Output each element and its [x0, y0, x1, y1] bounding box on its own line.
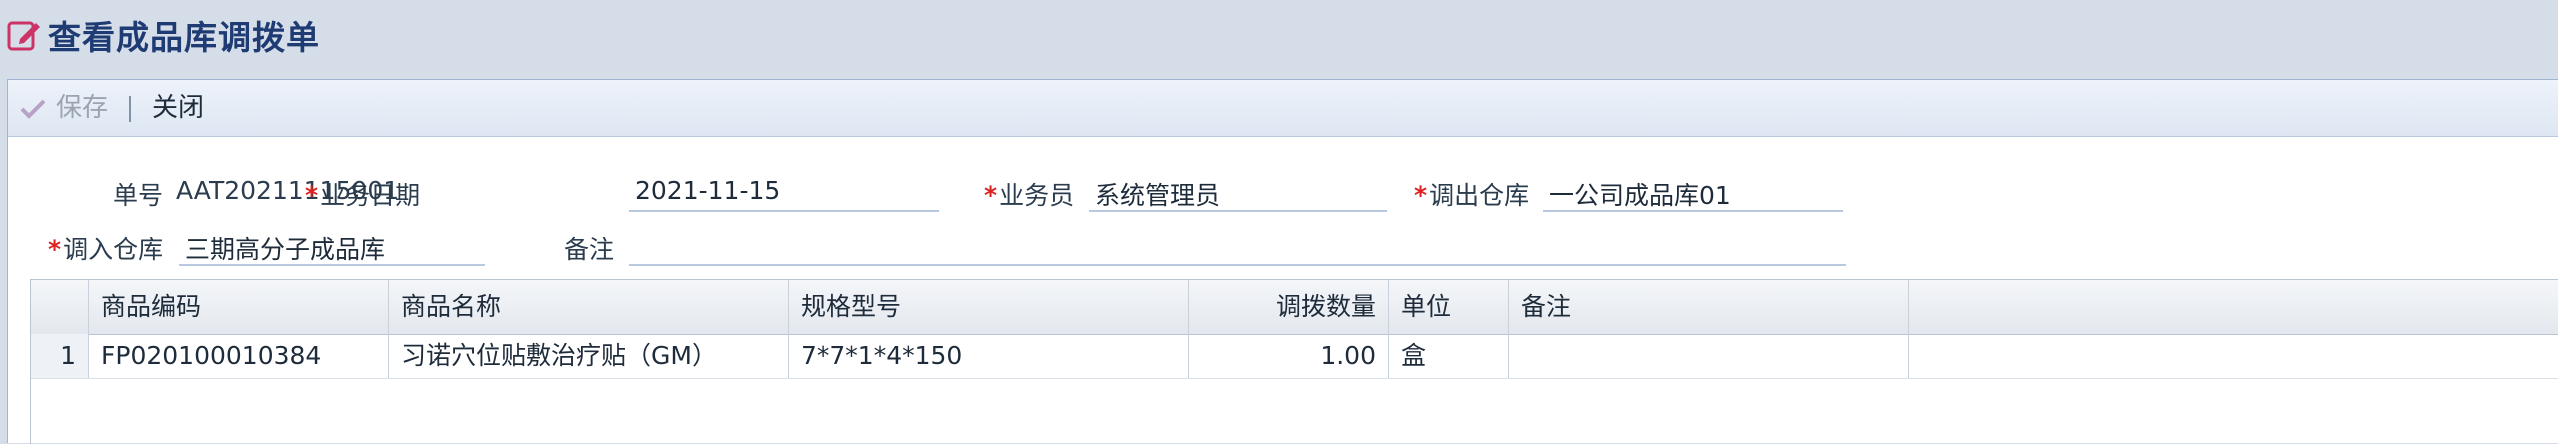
save-label: 保存	[56, 93, 109, 123]
staff-field[interactable]: 系统管理员	[1089, 170, 1387, 212]
date-label: *业务日期	[305, 181, 421, 210]
cell-code[interactable]: FP020100010384	[89, 334, 389, 378]
date-field[interactable]: 2021-11-15	[629, 170, 939, 212]
title-bar: 查看成品库调拨单	[0, 0, 2558, 78]
table-row[interactable]: 1 FP020100010384 习诺穴位贴敷治疗贴（GM） 7*7*1*4*1…	[31, 334, 2558, 379]
row-index: 1	[31, 334, 89, 378]
in-warehouse-value: 三期高分子成品库	[185, 235, 386, 264]
page-title: 查看成品库调拨单	[48, 18, 320, 57]
staff-label: *业务员	[984, 181, 1075, 210]
header-qty[interactable]: 调拨数量	[1189, 280, 1389, 334]
detail-grid: 商品编码 商品名称 规格型号 调拨数量 单位 备注 1 FP0201000103…	[30, 279, 2558, 444]
remark-field[interactable]	[629, 224, 1846, 266]
order-no-label: 单号	[113, 181, 164, 210]
header-code[interactable]: 商品编码	[89, 280, 389, 334]
header-spec[interactable]: 规格型号	[789, 280, 1189, 334]
header-index	[31, 280, 89, 334]
out-warehouse-field[interactable]: 一公司成品库01	[1543, 170, 1843, 212]
cell-unit[interactable]: 盒	[1389, 334, 1509, 378]
toolbar: 保存 关闭	[8, 80, 2558, 137]
close-button[interactable]: 关闭	[152, 80, 204, 136]
toolbar-separator	[129, 96, 131, 122]
remark-label: 备注	[564, 235, 615, 264]
date-value: 2021-11-15	[635, 176, 781, 205]
save-button[interactable]: 保存	[20, 80, 108, 136]
header-name[interactable]: 商品名称	[389, 280, 789, 334]
out-warehouse-label: *调出仓库	[1414, 181, 1530, 210]
header-unit[interactable]: 单位	[1389, 280, 1509, 334]
in-warehouse-label: *调入仓库	[48, 235, 164, 264]
cell-remark[interactable]	[1509, 334, 1909, 378]
out-warehouse-value: 一公司成品库01	[1549, 181, 1731, 210]
header-remark[interactable]: 备注	[1509, 280, 1909, 334]
check-icon	[20, 99, 46, 119]
staff-value: 系统管理员	[1095, 181, 1221, 210]
grid-header: 商品编码 商品名称 规格型号 调拨数量 单位 备注	[31, 280, 2558, 335]
cell-name[interactable]: 习诺穴位贴敷治疗贴（GM）	[389, 334, 789, 378]
cell-qty[interactable]: 1.00	[1189, 334, 1389, 378]
main-panel: 保存 关闭 单号 AAT20211115001 *业务日期 2021-11-15…	[7, 79, 2558, 444]
edit-icon	[7, 21, 40, 51]
in-warehouse-field[interactable]: 三期高分子成品库	[179, 224, 485, 266]
cell-spec[interactable]: 7*7*1*4*150	[789, 334, 1189, 378]
